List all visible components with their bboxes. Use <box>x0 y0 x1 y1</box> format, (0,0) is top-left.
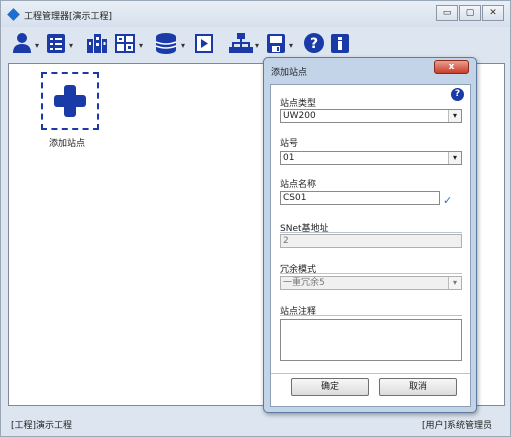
close-window-button[interactable]: ✕ <box>482 5 504 21</box>
station-name-input[interactable]: CS01 <box>280 191 440 205</box>
status-project: [工程]演示工程 <box>11 421 73 431</box>
cancel-button[interactable]: 取消 <box>379 378 457 396</box>
redundancy-select: 一重冗余5 ▾ <box>280 276 462 290</box>
divider <box>280 232 462 233</box>
station-no-value: 01 <box>283 153 295 163</box>
help-toolbar-icon[interactable]: ? <box>303 31 325 57</box>
building-icon[interactable] <box>85 31 109 57</box>
chevron-down-icon[interactable]: ▾ <box>448 110 461 122</box>
svg-text:?: ? <box>310 36 318 52</box>
database-dropdown-arrow-icon[interactable]: ▾ <box>181 41 185 50</box>
note-textarea[interactable] <box>280 319 462 361</box>
list-icon[interactable] <box>45 31 67 57</box>
divider <box>280 315 462 316</box>
window-title: 工程管理器[演示工程] <box>24 12 113 22</box>
add-site-button[interactable] <box>41 72 99 130</box>
info-icon[interactable] <box>329 31 351 57</box>
station-name-label: 站点名称 <box>280 180 317 190</box>
minimize-button[interactable]: ▭ <box>436 5 458 21</box>
user-icon[interactable] <box>11 31 33 57</box>
network-dropdown-arrow-icon[interactable]: ▾ <box>255 41 259 50</box>
ok-button[interactable]: 确定 <box>291 378 369 396</box>
user-dropdown-arrow-icon[interactable]: ▾ <box>35 41 39 50</box>
status-bar: [工程]演示工程 [用户]系统管理员 <box>1 410 510 436</box>
snet-value: 2 <box>283 236 289 246</box>
status-user: [用户]系统管理员 <box>421 421 492 431</box>
chevron-down-icon[interactable]: ▾ <box>448 152 461 164</box>
add-site-dialog: 添加站点 x ? 站点类型 UW200 ▾ 站号 01 ▾ 站点名称 CS01 … <box>263 57 477 413</box>
list-dropdown-arrow-icon[interactable]: ▾ <box>69 41 73 50</box>
help-icon[interactable]: ? <box>451 88 464 101</box>
config-icon[interactable] <box>113 31 137 57</box>
add-site-label: 添加站点 <box>49 139 86 149</box>
config-dropdown-arrow-icon[interactable]: ▾ <box>139 41 143 50</box>
maximize-button[interactable]: ▢ <box>459 5 481 21</box>
divider <box>280 273 462 274</box>
station-no-select[interactable]: 01 ▾ <box>280 151 462 165</box>
network-icon[interactable] <box>229 31 253 57</box>
divider <box>271 373 470 374</box>
redundancy-value: 一重冗余5 <box>283 278 325 288</box>
chevron-down-icon: ▾ <box>448 277 461 289</box>
play-icon[interactable] <box>193 31 215 57</box>
window-controls: ▭ ▢ ✕ <box>435 5 504 21</box>
dialog-close-button[interactable]: x <box>434 60 469 74</box>
dialog-body: ? 站点类型 UW200 ▾ 站号 01 ▾ 站点名称 CS01 ✓ SNet基… <box>270 84 471 407</box>
app-logo-icon <box>7 8 20 21</box>
station-type-value: UW200 <box>283 111 316 121</box>
valid-check-icon: ✓ <box>443 194 453 207</box>
title-bar: 工程管理器[演示工程] ▭ ▢ ✕ <box>1 1 510 27</box>
station-no-label: 站号 <box>280 139 299 149</box>
dialog-title: 添加站点 <box>271 68 308 78</box>
database-icon[interactable] <box>153 31 179 57</box>
station-type-label: 站点类型 <box>280 99 317 109</box>
save-icon[interactable] <box>265 31 287 57</box>
save-dropdown-arrow-icon[interactable]: ▾ <box>289 41 293 50</box>
station-name-value: CS01 <box>283 193 307 203</box>
station-type-select[interactable]: UW200 ▾ <box>280 109 462 123</box>
snet-field: 2 <box>280 234 462 248</box>
